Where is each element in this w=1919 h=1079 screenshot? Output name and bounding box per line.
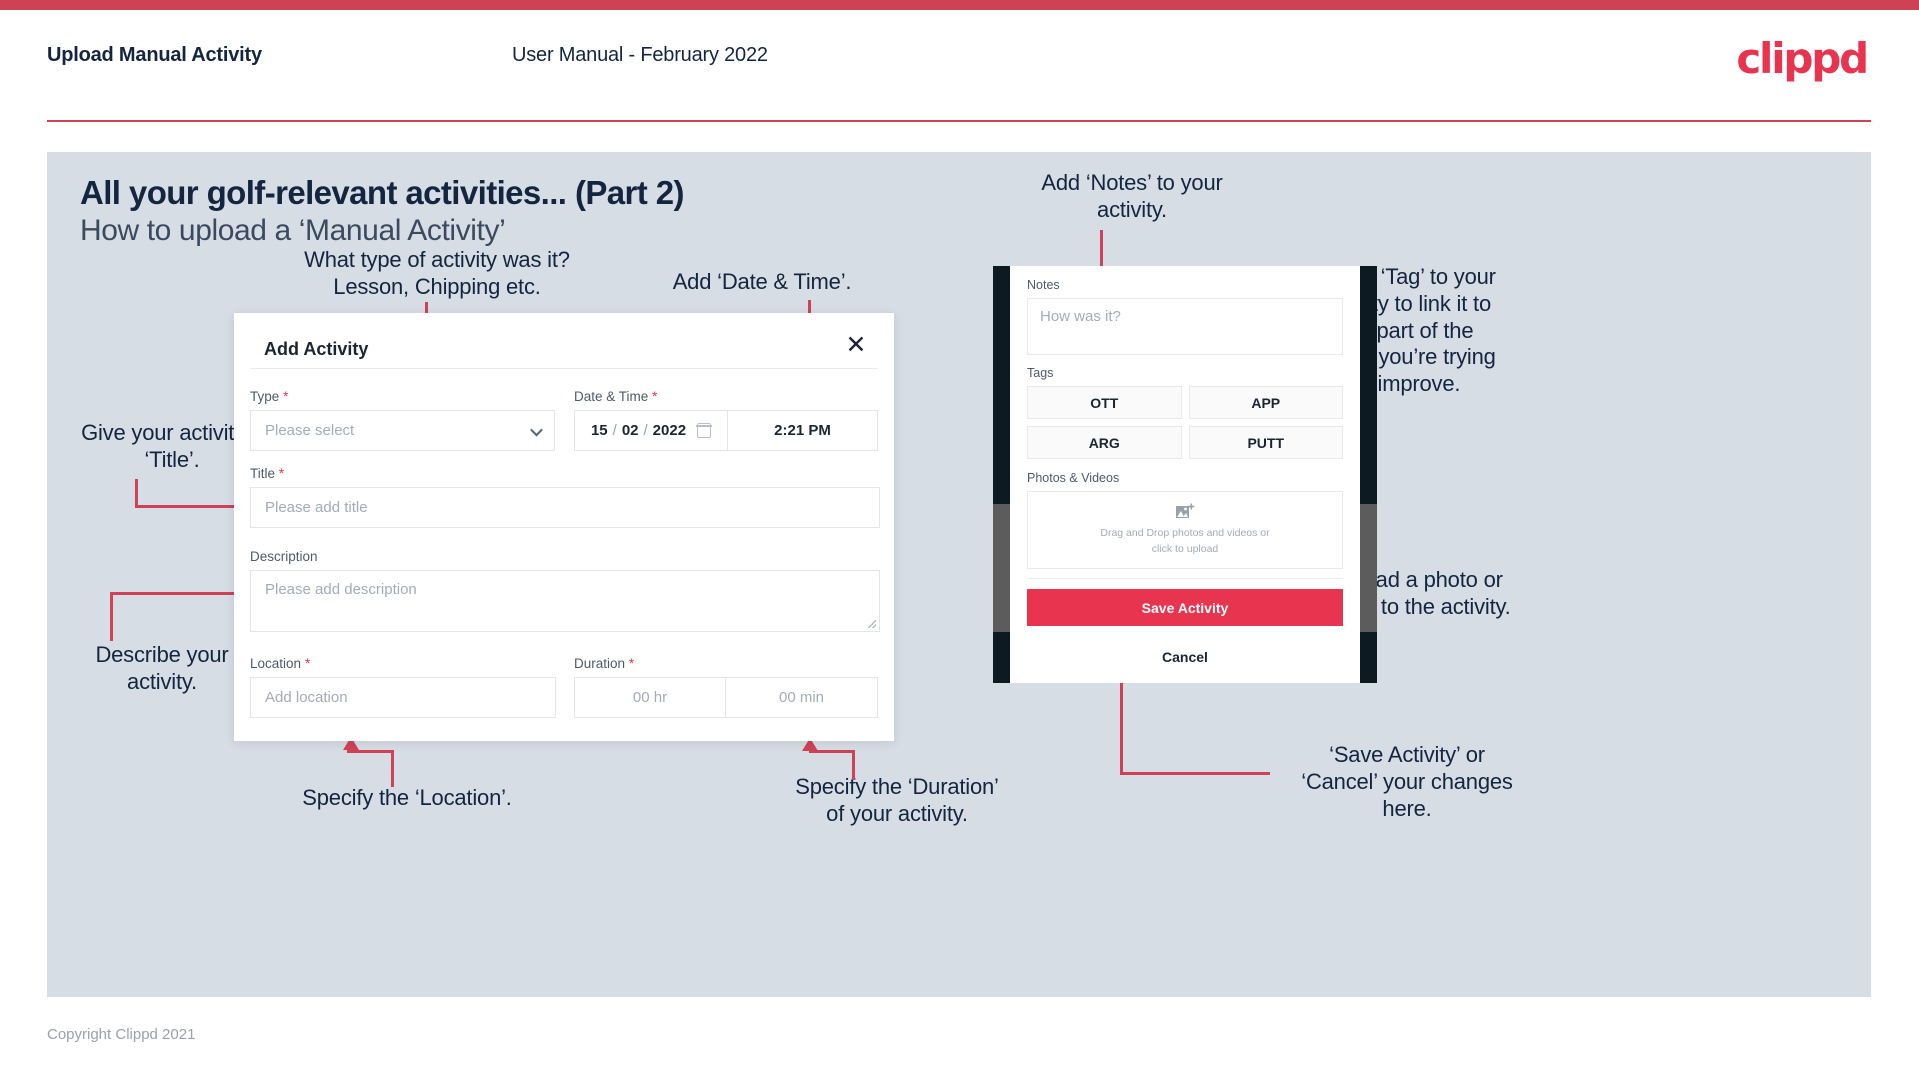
- type-label-text: Type: [250, 389, 280, 404]
- arrow-title-seg1: [135, 479, 138, 508]
- location-label-text: Location: [250, 656, 302, 671]
- location-required-marker: *: [304, 655, 311, 671]
- chevron-down-icon: [530, 423, 543, 436]
- clippd-logo: clippd: [1736, 34, 1869, 83]
- type-placeholder: Please select: [265, 422, 355, 439]
- page-subtitle: User Manual - February 2022: [512, 44, 768, 66]
- mobile-divider: [1027, 578, 1343, 579]
- save-activity-button[interactable]: Save Activity: [1027, 589, 1343, 626]
- duration-label-text: Duration: [574, 656, 626, 671]
- location-input[interactable]: Add location: [250, 677, 556, 718]
- upload-caption-line-2: click to upload: [1151, 542, 1219, 555]
- field-location: Location * Add location: [250, 655, 556, 718]
- tag-ott[interactable]: OTT: [1027, 386, 1182, 419]
- duration-required-marker: *: [628, 655, 635, 671]
- type-label: Type *: [250, 388, 556, 404]
- arrow-save-seg2: [1120, 677, 1123, 773]
- photo-upload-dropzone[interactable]: Drag and Drop photos and videos or click…: [1027, 491, 1343, 569]
- arrow-desc-seg1: [110, 592, 113, 641]
- datetime-label: Date & Time *: [574, 388, 880, 404]
- date-day: 15: [590, 422, 608, 439]
- date-sep-2: /: [643, 422, 648, 439]
- arrow-desc-seg2: [110, 592, 253, 595]
- duration-label: Duration *: [574, 655, 880, 671]
- upload-caption: Drag and Drop photos and videos or click…: [1100, 526, 1269, 556]
- field-duration: Duration * 00 hr 00 min: [574, 655, 880, 718]
- dialog-divider: [250, 368, 878, 369]
- title-label-text: Title: [250, 466, 276, 481]
- copyright-footer: Copyright Clippd 2021: [47, 1026, 196, 1043]
- arrow-duration-seg1: [852, 752, 855, 780]
- top-accent-bar: [0, 0, 1919, 10]
- title-input[interactable]: Please add title: [250, 487, 880, 528]
- date-year: 2022: [652, 422, 687, 439]
- datetime-control: 15 / 02 / 2022 2:21 PM: [574, 410, 878, 451]
- type-required-marker: *: [283, 388, 289, 404]
- tag-putt[interactable]: PUTT: [1188, 426, 1343, 459]
- slide-subheading: How to upload a ‘Manual Activity’: [80, 214, 506, 247]
- add-image-icon: [1176, 503, 1195, 519]
- location-label: Location *: [250, 655, 556, 671]
- arrow-save-seg1: [1120, 772, 1270, 775]
- duration-control: 00 hr 00 min: [574, 677, 878, 718]
- notes-label: Notes: [1027, 278, 1060, 292]
- annotation-type: What type of activity was it? Lesson, Ch…: [304, 247, 570, 299]
- description-label: Description: [250, 549, 318, 564]
- upload-caption-line-1: Drag and Drop photos and videos or: [1100, 527, 1270, 540]
- tags-grid: OTT APP ARG PUTT: [1027, 386, 1343, 459]
- field-datetime: Date & Time * 15 / 02 / 2022 2:21 PM: [574, 388, 880, 451]
- date-month: 02: [621, 422, 639, 439]
- datetime-label-text: Date & Time: [574, 389, 649, 404]
- slide-canvas: All your golf-relevant activities... (Pa…: [47, 152, 1871, 997]
- phone-frame-right: [1360, 266, 1377, 683]
- description-textarea[interactable]: Please add description: [250, 570, 880, 632]
- arrow-location-seg1: [391, 751, 394, 787]
- arrow-location-seg2: [347, 750, 394, 753]
- add-activity-dialog: Add Activity ✕ Type * Please select Date…: [234, 313, 894, 741]
- header-divider: [47, 120, 1871, 122]
- slide-heading: All your golf-relevant activities... (Pa…: [80, 174, 684, 211]
- mobile-mockup: Notes How was it? Tags OTT APP ARG PUTT …: [993, 266, 1377, 683]
- tag-app[interactable]: APP: [1188, 386, 1343, 419]
- annotation-save: ‘Save Activity’ or ‘Cancel’ your changes…: [1301, 742, 1513, 821]
- tag-arg[interactable]: ARG: [1027, 426, 1182, 459]
- tags-label: Tags: [1027, 366, 1054, 380]
- datetime-required-marker: *: [652, 388, 658, 404]
- duration-minutes-input[interactable]: 00 min: [726, 677, 878, 718]
- close-icon[interactable]: ✕: [842, 331, 870, 359]
- phone-frame-left-grey: [993, 504, 1010, 632]
- type-select[interactable]: Please select: [250, 410, 555, 451]
- annotation-location: Specify the ‘Location’.: [302, 785, 512, 810]
- field-title: Title * Please add title: [250, 465, 880, 528]
- field-type: Type * Please select: [250, 388, 556, 451]
- date-input[interactable]: 15 / 02 / 2022: [574, 410, 728, 451]
- phone-frame-right-grey: [1360, 504, 1377, 632]
- page-title: Upload Manual Activity: [47, 44, 262, 66]
- title-required-marker: *: [278, 465, 285, 481]
- phone-frame-left: [993, 266, 1010, 683]
- annotation-duration: Specify the ‘Duration’ of your activity.: [795, 774, 999, 826]
- calendar-icon[interactable]: [696, 423, 712, 438]
- slide-page: Upload Manual Activity User Manual - Feb…: [0, 0, 1919, 1079]
- photos-label: Photos & Videos: [1027, 471, 1120, 485]
- duration-hours-input[interactable]: 00 hr: [574, 677, 726, 718]
- phone-screen: Notes How was it? Tags OTT APP ARG PUTT …: [1010, 266, 1360, 683]
- arrow-title-seg2: [135, 505, 248, 508]
- title-label: Title *: [250, 465, 880, 481]
- notes-textarea[interactable]: How was it?: [1027, 298, 1343, 355]
- date-sep-1: /: [612, 422, 617, 439]
- cancel-button[interactable]: Cancel: [1027, 649, 1343, 665]
- field-description: Description Please add description: [250, 549, 880, 632]
- dialog-title: Add Activity: [264, 339, 369, 359]
- time-input[interactable]: 2:21 PM: [728, 410, 878, 451]
- annotation-notes: Add ‘Notes’ to your activity.: [1041, 170, 1223, 222]
- annotation-datetime: Add ‘Date & Time’.: [672, 269, 852, 294]
